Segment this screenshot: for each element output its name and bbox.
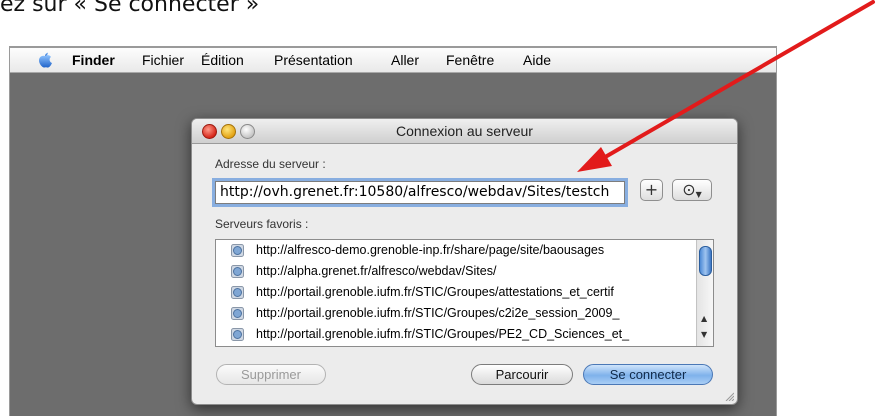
red-pointer-arrow	[577, 0, 875, 172]
